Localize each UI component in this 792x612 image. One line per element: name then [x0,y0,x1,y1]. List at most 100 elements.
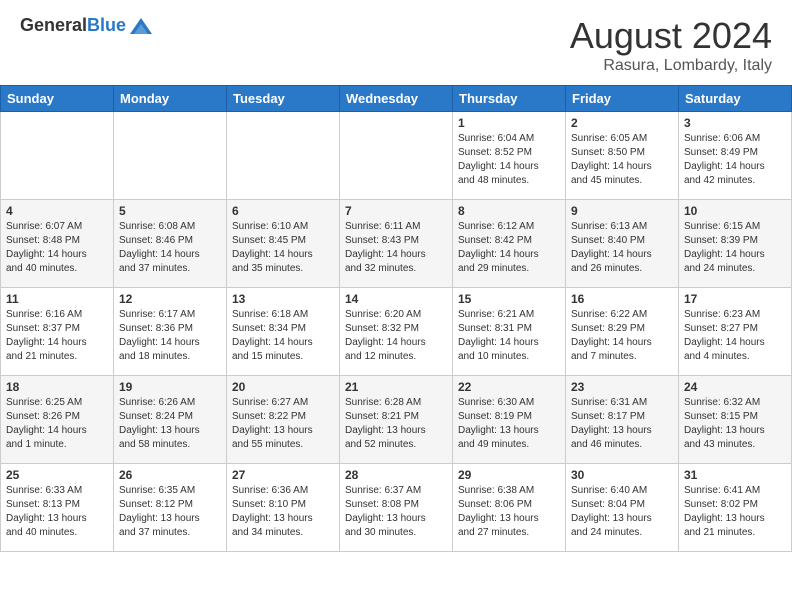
calendar-cell: 17 Sunrise: 6:23 AM Sunset: 8:27 PM Dayli… [679,288,792,376]
calendar-cell: 22Sunrise: 6:30 AM Sunset: 8:19 PM Dayli… [453,376,566,464]
day-number: 2 [571,116,673,130]
day-number: 16 [571,292,673,306]
day-info: Sunrise: 6:35 AM Sunset: 8:12 PM Dayligh… [119,484,221,540]
day-number: 30 [571,468,673,482]
day-info: Sunrise: 6:26 AM Sunset: 8:24 PM Dayligh… [119,396,221,452]
day-info: Sunrise: 6:10 AM Sunset: 8:45 PM Dayligh… [232,220,334,276]
day-number: 26 [119,468,221,482]
calendar-cell: 1Sunrise: 6:04 AM Sunset: 8:52 PM Daylig… [453,112,566,200]
day-info: Sunrise: 6:23 AM Sunset: 8:27 PM Dayligh… [684,308,786,364]
day-number: 14 [345,292,447,306]
calendar-cell: 25 Sunrise: 6:33 AM Sunset: 8:13 PM Dayli… [1,464,114,552]
calendar-cell: 7 Sunrise: 6:11 AM Sunset: 8:43 PM Daylig… [340,200,453,288]
calendar-week-5: 25 Sunrise: 6:33 AM Sunset: 8:13 PM Dayli… [1,464,792,552]
logo-blue-text: Blue [87,15,126,35]
col-saturday: Saturday [679,86,792,112]
calendar-cell: 12Sunrise: 6:17 AM Sunset: 8:36 PM Dayli… [114,288,227,376]
day-info: Sunrise: 6:11 AM Sunset: 8:43 PM Dayligh… [345,220,447,276]
day-info: Sunrise: 6:05 AM Sunset: 8:50 PM Dayligh… [571,132,673,188]
day-number: 7 [345,204,447,218]
col-friday: Friday [566,86,679,112]
day-info: Sunrise: 6:20 AM Sunset: 8:32 PM Dayligh… [345,308,447,364]
calendar-cell: 15 Sunrise: 6:21 AM Sunset: 8:31 PM Dayli… [453,288,566,376]
day-number: 24 [684,380,786,394]
calendar-cell: 8 Sunrise: 6:12 AM Sunset: 8:42 PM Daylig… [453,200,566,288]
day-info: Sunrise: 6:12 AM Sunset: 8:42 PM Dayligh… [458,220,560,276]
day-info: Sunrise: 6:17 AM Sunset: 8:36 PM Dayligh… [119,308,221,364]
page-header: GeneralBlue August 2024 Rasura, Lombardy… [0,0,792,85]
logo-general-text: General [20,15,87,35]
calendar-cell: 4Sunrise: 6:07 AM Sunset: 8:48 PM Daylig… [1,200,114,288]
day-number: 28 [345,468,447,482]
day-info: Sunrise: 6:25 AM Sunset: 8:26 PM Dayligh… [6,396,108,452]
day-number: 18 [6,380,108,394]
calendar-cell: 31Sunrise: 6:41 AM Sunset: 8:02 PM Dayli… [679,464,792,552]
day-number: 23 [571,380,673,394]
calendar-cell [340,112,453,200]
day-number: 17 [684,292,786,306]
day-number: 1 [458,116,560,130]
calendar-cell: 30 Sunrise: 6:40 AM Sunset: 8:04 PM Dayli… [566,464,679,552]
page-container: GeneralBlue August 2024 Rasura, Lombardy… [0,0,792,552]
day-number: 19 [119,380,221,394]
calendar-cell [227,112,340,200]
day-info: Sunrise: 6:33 AM Sunset: 8:13 PM Dayligh… [6,484,108,540]
day-number: 15 [458,292,560,306]
calendar-header-row: Sunday Monday Tuesday Wednesday Thursday… [1,86,792,112]
calendar-cell: 13 Sunrise: 6:18 AM Sunset: 8:34 PM Dayli… [227,288,340,376]
day-number: 13 [232,292,334,306]
day-number: 11 [6,292,108,306]
calendar-cell: 10Sunrise: 6:15 AM Sunset: 8:39 PM Dayli… [679,200,792,288]
day-info: Sunrise: 6:41 AM Sunset: 8:02 PM Dayligh… [684,484,786,540]
day-info: Sunrise: 6:32 AM Sunset: 8:15 PM Dayligh… [684,396,786,452]
calendar-cell: 24 Sunrise: 6:32 AM Sunset: 8:15 PM Dayli… [679,376,792,464]
day-info: Sunrise: 6:18 AM Sunset: 8:34 PM Dayligh… [232,308,334,364]
day-info: Sunrise: 6:31 AM Sunset: 8:17 PM Dayligh… [571,396,673,452]
day-number: 29 [458,468,560,482]
calendar-table: Sunday Monday Tuesday Wednesday Thursday… [0,85,792,552]
calendar-cell: 6Sunrise: 6:10 AM Sunset: 8:45 PM Daylig… [227,200,340,288]
day-info: Sunrise: 6:16 AM Sunset: 8:37 PM Dayligh… [6,308,108,364]
calendar-cell: 20 Sunrise: 6:27 AM Sunset: 8:22 PM Dayli… [227,376,340,464]
day-number: 21 [345,380,447,394]
day-number: 8 [458,204,560,218]
month-year-title: August 2024 [570,15,772,57]
day-info: Sunrise: 6:06 AM Sunset: 8:49 PM Dayligh… [684,132,786,188]
calendar-week-1: 1Sunrise: 6:04 AM Sunset: 8:52 PM Daylig… [1,112,792,200]
calendar-cell: 16 Sunrise: 6:22 AM Sunset: 8:29 PM Dayli… [566,288,679,376]
calendar-cell: 18 Sunrise: 6:25 AM Sunset: 8:26 PM Dayli… [1,376,114,464]
col-sunday: Sunday [1,86,114,112]
day-number: 22 [458,380,560,394]
calendar-cell: 3 Sunrise: 6:06 AM Sunset: 8:49 PM Daylig… [679,112,792,200]
day-info: Sunrise: 6:28 AM Sunset: 8:21 PM Dayligh… [345,396,447,452]
day-info: Sunrise: 6:40 AM Sunset: 8:04 PM Dayligh… [571,484,673,540]
day-info: Sunrise: 6:07 AM Sunset: 8:48 PM Dayligh… [6,220,108,276]
calendar-cell: 23 Sunrise: 6:31 AM Sunset: 8:17 PM Dayli… [566,376,679,464]
calendar-cell: 5Sunrise: 6:08 AM Sunset: 8:46 PM Daylig… [114,200,227,288]
calendar-week-3: 11 Sunrise: 6:16 AM Sunset: 8:37 PM Dayli… [1,288,792,376]
day-info: Sunrise: 6:21 AM Sunset: 8:31 PM Dayligh… [458,308,560,364]
calendar-cell: 14 Sunrise: 6:20 AM Sunset: 8:32 PM Dayli… [340,288,453,376]
calendar-cell [1,112,114,200]
day-info: Sunrise: 6:15 AM Sunset: 8:39 PM Dayligh… [684,220,786,276]
day-info: Sunrise: 6:13 AM Sunset: 8:40 PM Dayligh… [571,220,673,276]
calendar-cell: 26 Sunrise: 6:35 AM Sunset: 8:12 PM Dayli… [114,464,227,552]
day-number: 20 [232,380,334,394]
day-info: Sunrise: 6:27 AM Sunset: 8:22 PM Dayligh… [232,396,334,452]
calendar-cell: 21 Sunrise: 6:28 AM Sunset: 8:21 PM Dayli… [340,376,453,464]
calendar-week-4: 18 Sunrise: 6:25 AM Sunset: 8:26 PM Dayli… [1,376,792,464]
logo-icon [130,18,152,34]
calendar-week-2: 4Sunrise: 6:07 AM Sunset: 8:48 PM Daylig… [1,200,792,288]
calendar-cell: 28Sunrise: 6:37 AM Sunset: 8:08 PM Dayli… [340,464,453,552]
calendar-cell [114,112,227,200]
calendar-cell: 11 Sunrise: 6:16 AM Sunset: 8:37 PM Dayli… [1,288,114,376]
location-subtitle: Rasura, Lombardy, Italy [570,57,772,75]
col-monday: Monday [114,86,227,112]
title-section: August 2024 Rasura, Lombardy, Italy [570,15,772,75]
day-info: Sunrise: 6:22 AM Sunset: 8:29 PM Dayligh… [571,308,673,364]
day-number: 3 [684,116,786,130]
day-number: 25 [6,468,108,482]
day-info: Sunrise: 6:08 AM Sunset: 8:46 PM Dayligh… [119,220,221,276]
calendar-cell: 9Sunrise: 6:13 AM Sunset: 8:40 PM Daylig… [566,200,679,288]
logo: GeneralBlue [20,15,152,36]
